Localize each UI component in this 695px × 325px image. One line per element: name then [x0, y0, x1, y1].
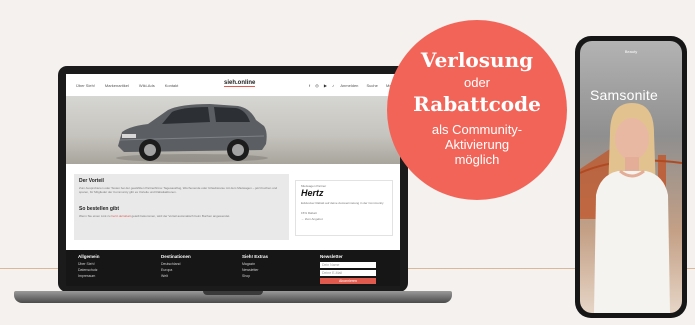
footer-column: Destinationen Deutschland Europa Welt [161, 254, 191, 280]
footer-link[interactable]: Impressum [78, 274, 100, 278]
newsletter-name-input[interactable]: Dein Name [320, 262, 376, 268]
nav-item[interactable]: Wiki-Ads [139, 83, 155, 88]
footer-column-title: Allgemein [78, 254, 100, 259]
content-area: Der Vorteil Zum Ausprobieren oder Testen… [66, 172, 400, 244]
footer-link[interactable]: Über Sieh! [78, 262, 100, 266]
footer-link[interactable]: Shop [242, 274, 268, 278]
badge-headline-2: Rabattcode [413, 92, 541, 116]
badge-subline-3: möglich [454, 152, 500, 167]
hero-image [66, 96, 400, 164]
promo-badge: Verlosung oder Rabattcode als Community-… [387, 20, 567, 200]
phone-mockup: Beauty Samsonite [575, 36, 687, 318]
newsletter-email-input[interactable]: Deine E-Mail [320, 270, 376, 276]
order-text-start: Wenn Sie einen Link zu [79, 214, 112, 218]
hertz-logo: Hertz [301, 188, 324, 198]
badge-connector: oder [463, 75, 491, 90]
footer-link[interactable]: Europa [161, 268, 191, 272]
search-link[interactable]: Suche [367, 83, 378, 88]
card-desc: Exklusiver Rabatt auf deine Autovermietu… [301, 201, 384, 205]
person-image [594, 103, 670, 313]
partner-card[interactable]: Mietwagen Partner Hertz Exklusiver Rabat… [295, 180, 393, 236]
footer-link[interactable]: Deutschland [161, 262, 191, 266]
order-link[interactable]: hertz.de/rabatt [111, 214, 130, 218]
badge-headline-1: Verlosung [420, 48, 534, 72]
login-link[interactable]: Anmelden [340, 83, 358, 88]
site-footer: Allgemein Über Sieh! Datenschutz Impress… [66, 250, 400, 286]
footer-link[interactable]: Datenschutz [78, 268, 100, 272]
site-nav-bar: Über Sieh! Markenartikel Wiki-Ads Kontak… [66, 74, 400, 97]
car-image [116, 104, 268, 162]
order-text-end: geteilt bekommen, wird der Vorteil autom… [130, 214, 231, 218]
footer-column: Allgemein Über Sieh! Datenschutz Impress… [78, 254, 100, 280]
laptop-notch [203, 291, 263, 295]
text-panel: Der Vorteil Zum Ausprobieren oder Testen… [74, 174, 289, 240]
site-logo[interactable]: sieh.online [224, 80, 256, 87]
advantage-heading: Der Vorteil [79, 178, 104, 184]
order-heading: So bestellen gibt [79, 206, 120, 212]
subscribe-button[interactable]: Abonnieren [320, 278, 376, 284]
phone-top-label: Beauty [624, 49, 638, 54]
order-text: Wenn Sie einen Link zu hertz.de/rabatt g… [79, 214, 281, 218]
social-icons[interactable]: f ◎ ▶ ♪ [309, 83, 336, 88]
footer-column: Sieh! Extras Magazin Newsletter Shop [242, 254, 268, 280]
nav-item[interactable]: Kontakt [165, 83, 179, 88]
card-link[interactable]: → Zum Angebot [301, 217, 323, 221]
laptop-mockup: Über Sieh! Markenartikel Wiki-Ads Kontak… [58, 66, 408, 292]
nav-item[interactable]: Markenartikel [105, 83, 129, 88]
card-highlight: 15% Rabatt [301, 211, 317, 215]
footer-column-title: Destinationen [161, 254, 191, 259]
newsletter-form: Newsletter Dein Name Deine E-Mail Abonni… [320, 254, 376, 286]
phone-screen: Beauty Samsonite [580, 41, 682, 313]
advantage-text: Zum Ausprobieren oder Testen bei der gew… [79, 186, 278, 194]
footer-link[interactable]: Magazin [242, 262, 268, 266]
laptop-screen: Über Sieh! Markenartikel Wiki-Ads Kontak… [66, 74, 400, 286]
nav-item[interactable]: Über Sieh! [76, 83, 95, 88]
footer-column-title: Sieh! Extras [242, 254, 269, 259]
footer-link[interactable]: Welt [161, 274, 191, 278]
badge-subline-1: als Community- [431, 122, 523, 137]
newsletter-title: Newsletter [320, 254, 343, 259]
badge-subline-2: Aktivierung [444, 137, 510, 152]
footer-link[interactable]: Newsletter [242, 268, 268, 272]
